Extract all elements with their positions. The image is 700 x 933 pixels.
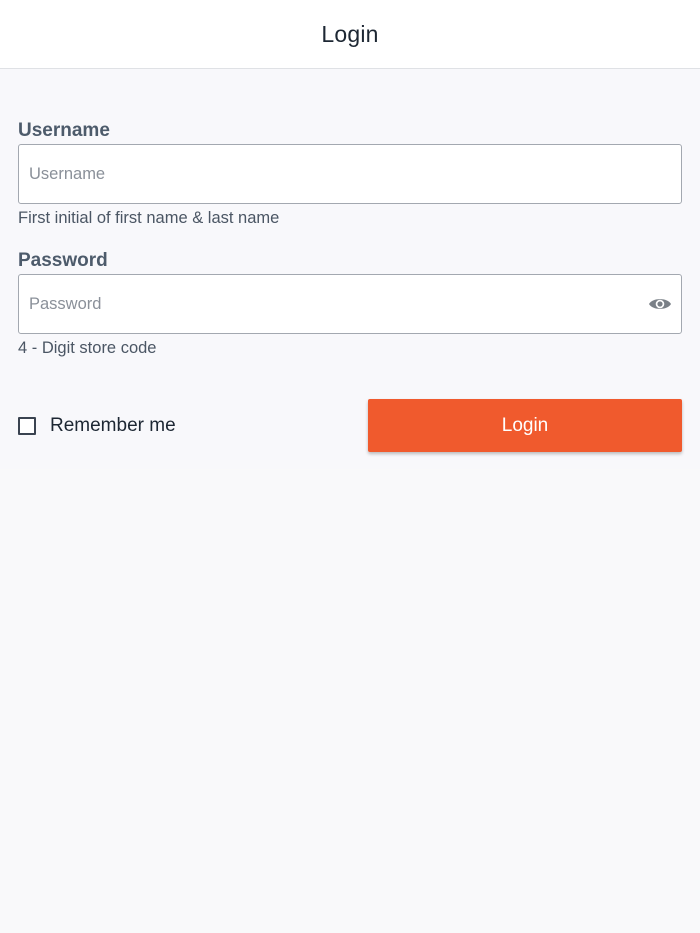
- password-label: Password: [18, 250, 108, 271]
- password-input[interactable]: [18, 274, 682, 334]
- username-label: Username: [18, 120, 110, 141]
- app-header: Login: [0, 0, 700, 69]
- page-title: Login: [321, 20, 379, 47]
- eye-icon[interactable]: [648, 293, 672, 315]
- username-helper-text: First initial of first name & last name: [18, 209, 280, 227]
- remember-me-label: Remember me: [50, 415, 176, 436]
- login-button[interactable]: Login: [368, 399, 682, 452]
- username-input[interactable]: [18, 144, 682, 204]
- remember-me-checkbox[interactable]: Remember me: [18, 410, 176, 442]
- password-helper-text: 4 - Digit store code: [18, 339, 157, 357]
- checkbox-box[interactable]: [18, 417, 36, 435]
